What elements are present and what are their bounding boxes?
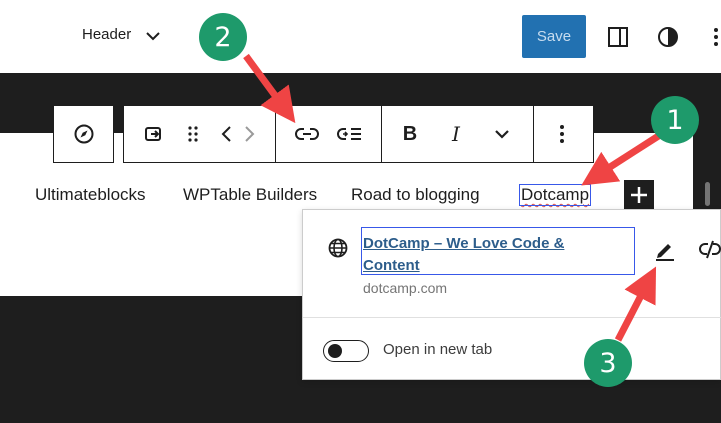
nav-item-dotcamp[interactable]: Dotcamp — [518, 184, 592, 206]
nav-item-wptable-builders[interactable]: WPTable Builders — [183, 185, 317, 205]
block-options-button[interactable] — [545, 106, 579, 162]
toolbar-separator — [381, 106, 382, 162]
globe-icon — [328, 238, 348, 258]
italic-button[interactable]: I — [439, 106, 473, 162]
annotation-badge-1: 1 — [651, 96, 699, 144]
nav-item-ultimateblocks[interactable]: Ultimateblocks — [35, 185, 146, 205]
toolbar-separator — [275, 106, 276, 162]
submenu-icon — [337, 128, 361, 140]
move-left-button[interactable] — [215, 106, 239, 162]
link-button[interactable] — [290, 106, 324, 162]
more-vertical-icon[interactable] — [707, 26, 721, 48]
edit-pencil-icon[interactable] — [653, 237, 677, 261]
editor-screen: Header Save Ultimateblocks WPTable Build… — [0, 0, 721, 423]
link-block-icon — [145, 127, 161, 141]
link-title[interactable]: DotCamp – We Love Code & Content — [363, 233, 603, 277]
drag-handle-icon — [188, 126, 198, 142]
move-left-icon — [221, 126, 231, 142]
sidebar-panel-icon[interactable] — [607, 26, 629, 48]
block-toolbar: B I — [123, 105, 594, 163]
add-submenu-button[interactable] — [333, 106, 367, 162]
chevron-down-icon[interactable] — [145, 30, 161, 42]
more-rich-text-button[interactable] — [485, 106, 519, 162]
link-url: dotcamp.com — [363, 280, 448, 296]
link-popover: DotCamp – We Love Code & Content dotcamp… — [302, 209, 721, 380]
bold-button[interactable]: B — [393, 106, 427, 162]
move-right-button[interactable] — [237, 106, 261, 162]
annotation-badge-2: 2 — [199, 13, 247, 61]
unlink-icon[interactable] — [698, 238, 721, 262]
italic-icon: I — [452, 122, 460, 146]
select-parent-button[interactable] — [67, 106, 101, 162]
styles-contrast-icon[interactable] — [657, 26, 679, 48]
popover-divider — [303, 317, 721, 318]
block-type-button[interactable] — [137, 106, 171, 162]
scrollbar-thumb[interactable] — [705, 182, 710, 206]
nav-item-road-to-blogging[interactable]: Road to blogging — [351, 185, 480, 205]
editor-header: Header Save — [0, 0, 721, 73]
move-right-icon — [245, 126, 255, 142]
link-icon — [295, 128, 319, 140]
plus-icon — [631, 187, 647, 203]
bold-icon: B — [402, 122, 418, 145]
open-new-tab-label: Open in new tab — [383, 341, 493, 358]
drag-handle[interactable] — [176, 106, 210, 162]
toggle-knob — [328, 344, 342, 358]
open-new-tab-toggle[interactable] — [323, 340, 369, 362]
block-toolbar-parent — [53, 105, 114, 163]
save-button[interactable]: Save — [522, 15, 586, 58]
more-rich-text-chevron-icon — [495, 130, 509, 139]
toolbar-separator — [533, 106, 534, 162]
compass-icon — [74, 124, 94, 144]
block-options-icon — [560, 125, 564, 143]
template-name[interactable]: Header — [82, 26, 131, 43]
annotation-badge-3: 3 — [584, 339, 632, 387]
add-block-button[interactable] — [624, 180, 654, 210]
